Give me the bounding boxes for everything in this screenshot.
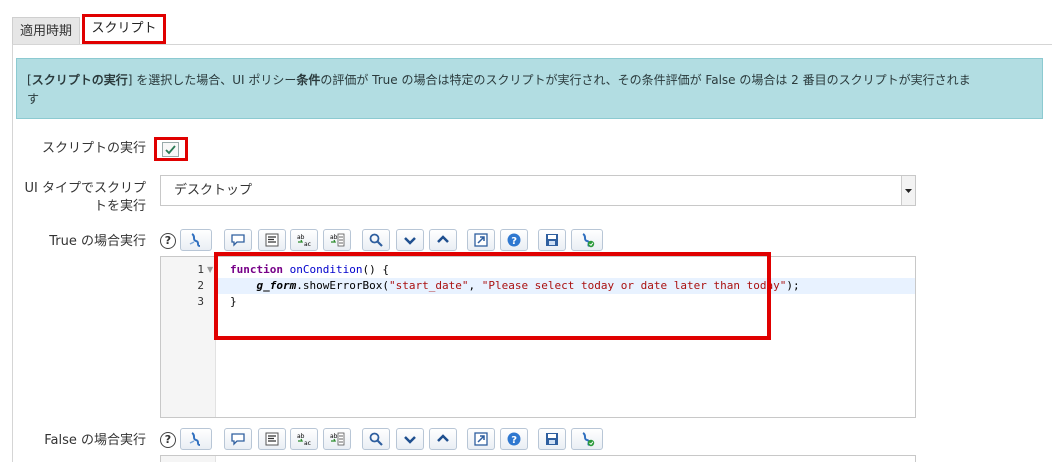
comment-icon[interactable] — [224, 428, 252, 450]
false-script-label: False の場合実行 — [44, 433, 146, 448]
line-number: 1 — [197, 263, 204, 276]
ui-type-label: UI タイプでスクリプ トを実行 — [25, 180, 146, 216]
info-text-1: ] を選択した場合、UI ポリシー — [127, 73, 297, 87]
false-script-editor[interactable] — [160, 455, 916, 462]
fullscreen-icon[interactable] — [467, 229, 495, 251]
help-circle-icon[interactable]: ? — [500, 229, 528, 251]
true-script-label: True の場合実行 — [49, 234, 146, 249]
search-icon[interactable] — [362, 229, 390, 251]
comment-icon[interactable] — [224, 229, 252, 251]
tab-bar: 適用時期 スクリプト — [0, 0, 1052, 44]
chevron-down-icon[interactable] — [396, 229, 424, 251]
run-scripts-checkbox[interactable] — [162, 142, 179, 157]
checkmark-icon — [165, 145, 176, 155]
svg-text:ac: ac — [304, 440, 311, 447]
format-icon[interactable] — [258, 428, 286, 450]
toggle-syntax-icon[interactable] — [180, 428, 212, 450]
replace-icon[interactable]: ab ac — [290, 229, 318, 251]
svg-text:ac: ac — [304, 241, 311, 248]
line-number-gutter: 1 ▼ 2 3 — [161, 257, 216, 417]
chevron-up-icon[interactable] — [429, 229, 457, 251]
info-message: [スクリプトの実行] を選択した場合、UI ポリシー条件の評価が True の場… — [16, 58, 1043, 119]
help-icon[interactable]: ? — [160, 233, 176, 249]
chevron-down-icon[interactable] — [396, 428, 424, 450]
line-number: 2 — [197, 279, 204, 292]
line-number-gutter — [161, 456, 216, 462]
tab-script[interactable]: スクリプト — [82, 14, 166, 44]
fold-arrow-icon[interactable]: ▼ — [207, 265, 213, 274]
svg-text:ab: ab — [297, 234, 305, 241]
ui-type-label-line1: UI タイプでスクリプ — [24, 181, 146, 196]
info-bold-condition: 条件 — [296, 73, 321, 87]
replace-all-icon[interactable]: ab — [323, 229, 351, 251]
script-debug-icon[interactable] — [571, 229, 603, 251]
punctuation-token: ); — [786, 279, 800, 292]
ui-type-select[interactable]: デスクトップ — [160, 175, 916, 206]
toggle-syntax-icon[interactable] — [180, 229, 212, 251]
ui-type-label-line2: トを実行 — [93, 199, 146, 214]
replace-icon[interactable]: ab ac — [290, 428, 318, 450]
tab-when-to-apply[interactable]: 適用時期 — [12, 17, 80, 44]
svg-text:?: ? — [511, 435, 517, 446]
run-scripts-highlight — [154, 137, 188, 161]
search-icon[interactable] — [362, 428, 390, 450]
save-icon[interactable] — [538, 428, 566, 450]
line-number: 3 — [197, 295, 204, 308]
script-debug-icon[interactable] — [571, 428, 603, 450]
help-circle-icon[interactable]: ? — [500, 428, 528, 450]
help-icon[interactable]: ? — [160, 432, 176, 448]
ui-type-value: デスクトップ — [174, 183, 253, 198]
svg-text:ab: ab — [330, 433, 338, 440]
code-highlight-frame — [214, 252, 771, 340]
chevron-up-icon[interactable] — [429, 428, 457, 450]
fullscreen-icon[interactable] — [467, 428, 495, 450]
info-text-2: の評価が True の場合は特定のスクリプトが実行され、その条件評価が Fals… — [320, 73, 971, 87]
save-icon[interactable] — [538, 229, 566, 251]
format-icon[interactable] — [258, 229, 286, 251]
svg-text:ab: ab — [330, 234, 338, 241]
svg-text:ab: ab — [297, 433, 305, 440]
svg-text:?: ? — [511, 236, 517, 247]
dropdown-arrow-icon[interactable] — [901, 176, 915, 205]
run-scripts-label: スクリプトの実行 — [41, 141, 146, 156]
info-text-3: す — [27, 92, 40, 106]
info-bold-run-scripts: スクリプトの実行 — [31, 73, 128, 87]
replace-all-icon[interactable]: ab — [323, 428, 351, 450]
